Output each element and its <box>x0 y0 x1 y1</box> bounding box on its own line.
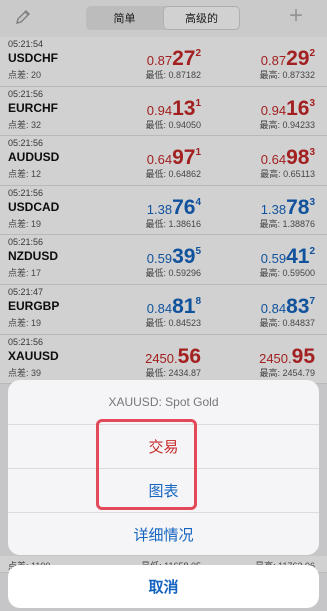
cancel-button[interactable]: 取消 <box>8 565 319 608</box>
highlight-box <box>96 419 197 510</box>
details-action[interactable]: 详细情况 <box>8 513 319 555</box>
